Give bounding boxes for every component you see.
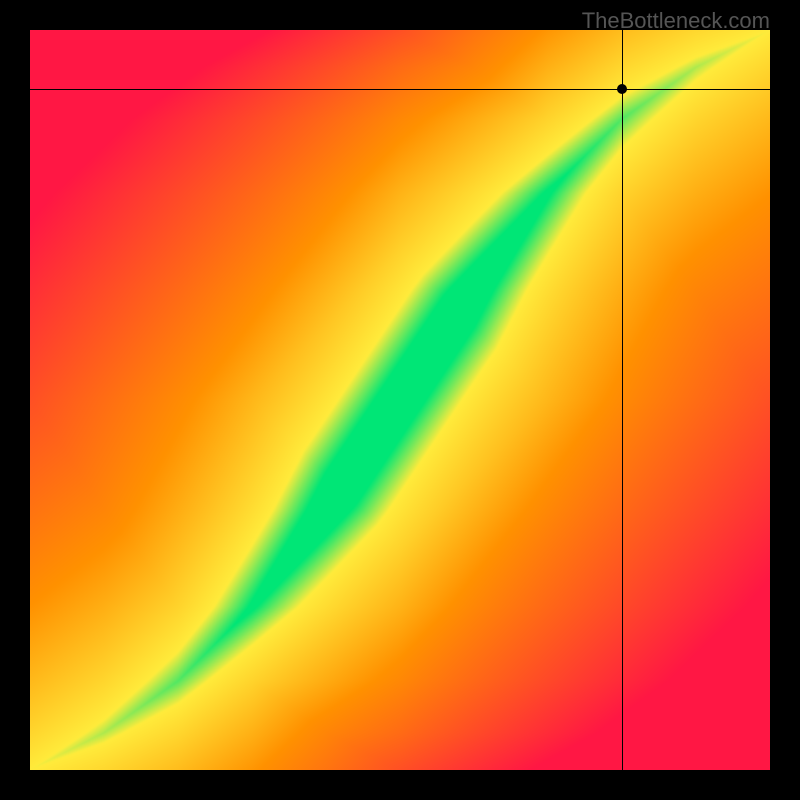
heatmap-canvas [30, 30, 770, 770]
crosshair-horizontal [30, 89, 770, 90]
crosshair-marker-dot [617, 84, 627, 94]
heatmap-plot-area [30, 30, 770, 770]
crosshair-vertical [622, 30, 623, 770]
chart-container: TheBottleneck.com [0, 0, 800, 800]
watermark-text: TheBottleneck.com [582, 8, 770, 34]
